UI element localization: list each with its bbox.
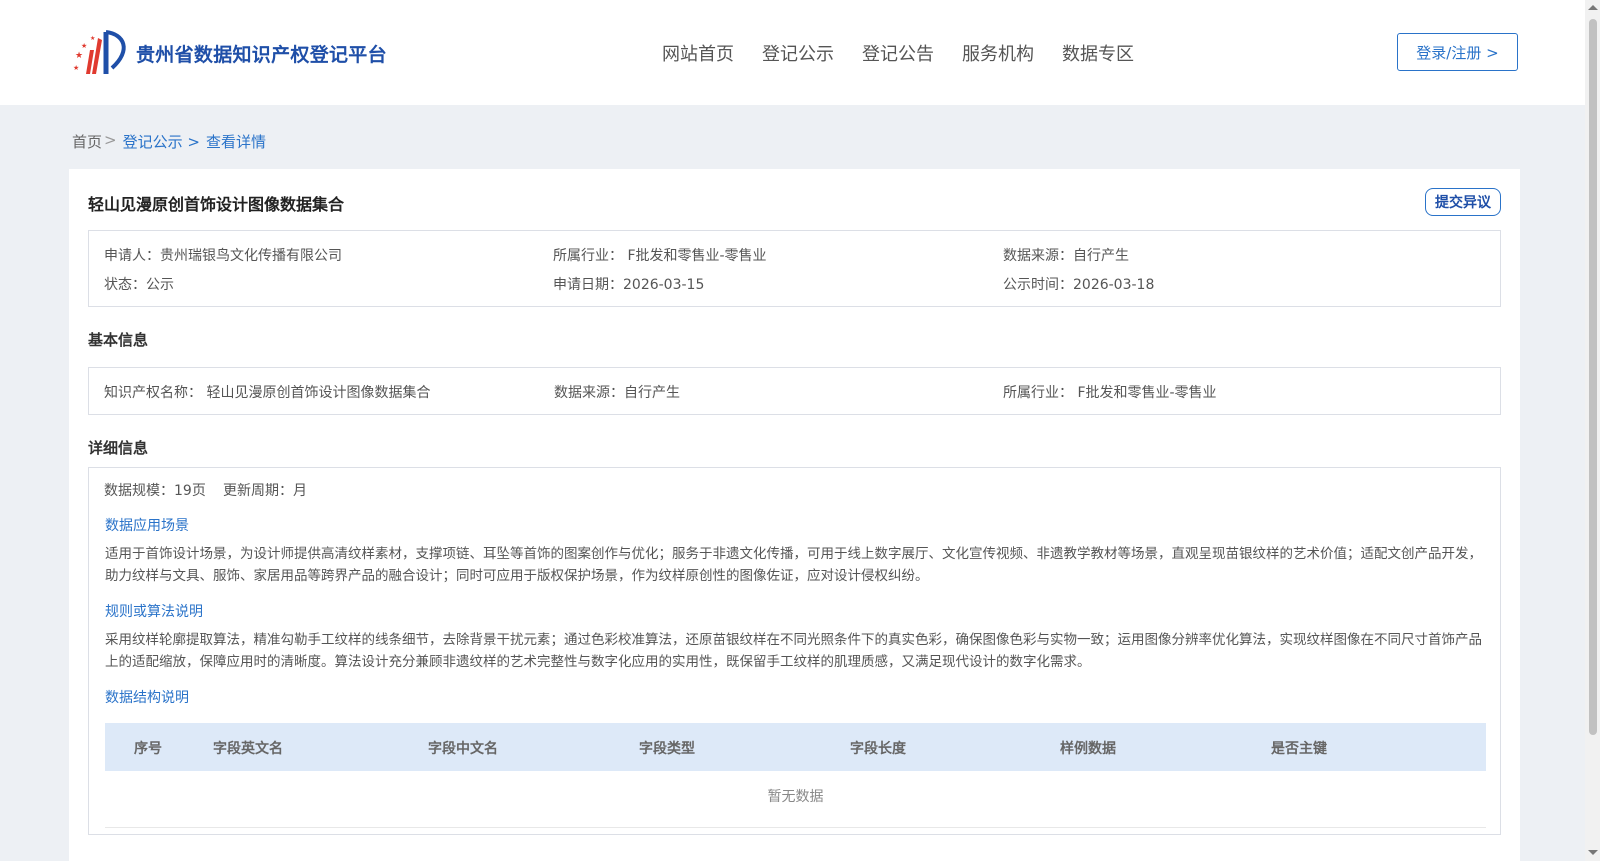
submit-objection-button[interactable]: 提交异议: [1425, 188, 1501, 216]
application-scene-text: 适用于首饰设计场景，为设计师提供高清纹样素材，支撑项链、耳坠等首饰的图案创作与优…: [105, 546, 1482, 584]
summary-apply-date: 申请日期：2026-03-15: [553, 277, 705, 293]
detail-panel: 轻山见漫原创首饰设计图像数据集合 提交异议 申请人：贵州瑞银鸟文化传播有限公司 …: [69, 169, 1520, 861]
nav-item-registration-publicity[interactable]: 登记公示: [762, 40, 834, 66]
breadcrumb-view-details[interactable]: 查看详情: [206, 131, 266, 152]
basic-industry: 所属行业： F批发和零售业-零售业: [1003, 385, 1217, 401]
scrollbar-thumb[interactable]: [1589, 19, 1597, 735]
data-scale: 数据规模：19页: [104, 483, 206, 499]
svg-text:★: ★: [73, 64, 79, 72]
nav-item-home[interactable]: 网站首页: [662, 40, 734, 66]
algorithm-heading: 规则或算法说明: [105, 604, 203, 620]
algorithm-text: 采用纹样轮廓提取算法，精准勾勒手工纹样的线条细节，去除背景干扰元素；通过色彩校准…: [105, 632, 1482, 670]
svg-text:★: ★: [81, 42, 87, 50]
summary-industry: 所属行业： F批发和零售业-零售业: [553, 248, 767, 264]
table-empty-text: 暂无数据: [767, 789, 824, 805]
detail-info-heading: 详细信息: [88, 439, 149, 457]
column-header-field-type: 字段类型: [639, 741, 695, 757]
page-title: 轻山见漫原创首饰设计图像数据集合: [88, 195, 345, 214]
summary-applicant: 申请人：贵州瑞银鸟文化传播有限公司: [104, 248, 342, 264]
basic-info-box: 知识产权名称： 轻山见漫原创首饰设计图像数据集合 数据来源：自行产生 所属行业：…: [88, 367, 1501, 415]
column-header-field-en: 字段英文名: [213, 741, 283, 757]
breadcrumb-home[interactable]: 首页: [72, 131, 102, 152]
logo-title: 贵州省数据知识产权登记平台: [136, 43, 387, 66]
logo-emblem-icon: ★ ★ ★ ★: [73, 30, 126, 74]
site-logo[interactable]: ★ ★ ★ ★ 贵州省数据知识产权登记平台: [72, 28, 387, 78]
nav-item-service-agencies[interactable]: 服务机构: [962, 40, 1034, 66]
breadcrumb-registration-publicity[interactable]: 登记公示 >: [123, 131, 200, 152]
page-scrollbar[interactable]: [1585, 0, 1600, 861]
basic-ip-name: 知识产权名称： 轻山见漫原创首饰设计图像数据集合: [104, 385, 431, 401]
column-header-field-length: 字段长度: [850, 741, 906, 757]
column-header-field-cn: 字段中文名: [428, 741, 498, 757]
svg-text:★: ★: [90, 35, 95, 42]
breadcrumb-separator: >: [104, 131, 117, 149]
top-header: ★ ★ ★ ★ 贵州省数据知识产权登记平台 网站首页 登记公示 登记公告 服务机…: [0, 0, 1585, 105]
nav-item-data-zone[interactable]: 数据专区: [1062, 40, 1134, 66]
table-bottom-divider: [105, 827, 1486, 828]
scroll-up-arrow-icon[interactable]: [1588, 5, 1598, 10]
login-register-button[interactable]: 登录/注册 >: [1397, 33, 1518, 71]
column-header-index: 序号: [134, 741, 162, 757]
main-nav: 网站首页 登记公示 登记公告 服务机构 数据专区: [662, 40, 1162, 66]
scroll-down-arrow-icon[interactable]: [1588, 850, 1598, 855]
column-header-sample-data: 样例数据: [1060, 741, 1116, 757]
application-scene-heading: 数据应用场景: [105, 518, 189, 534]
svg-text:★: ★: [75, 51, 83, 61]
detail-info-box: 数据规模：19页 更新周期：月 数据应用场景 适用于首饰设计场景，为设计师提供高…: [88, 467, 1501, 835]
summary-status: 状态：公示: [104, 277, 174, 293]
column-header-primary-key: 是否主键: [1271, 741, 1327, 757]
data-structure-table-header: 序号 字段英文名 字段中文名 字段类型 字段长度 样例数据 是否主键: [105, 723, 1486, 771]
data-structure-heading: 数据结构说明: [105, 690, 189, 706]
update-cycle: 更新周期：月: [223, 483, 307, 499]
nav-item-registration-announcement[interactable]: 登记公告: [862, 40, 934, 66]
basic-source: 数据来源：自行产生: [554, 385, 680, 401]
summary-publish-date: 公示时间：2026-03-18: [1003, 277, 1155, 293]
breadcrumb: 首页 > 登记公示 > 查看详情: [72, 131, 266, 152]
basic-info-heading: 基本信息: [88, 331, 149, 349]
summary-box: 申请人：贵州瑞银鸟文化传播有限公司 所属行业： F批发和零售业-零售业 数据来源…: [88, 230, 1501, 307]
summary-source: 数据来源：自行产生: [1003, 248, 1129, 264]
